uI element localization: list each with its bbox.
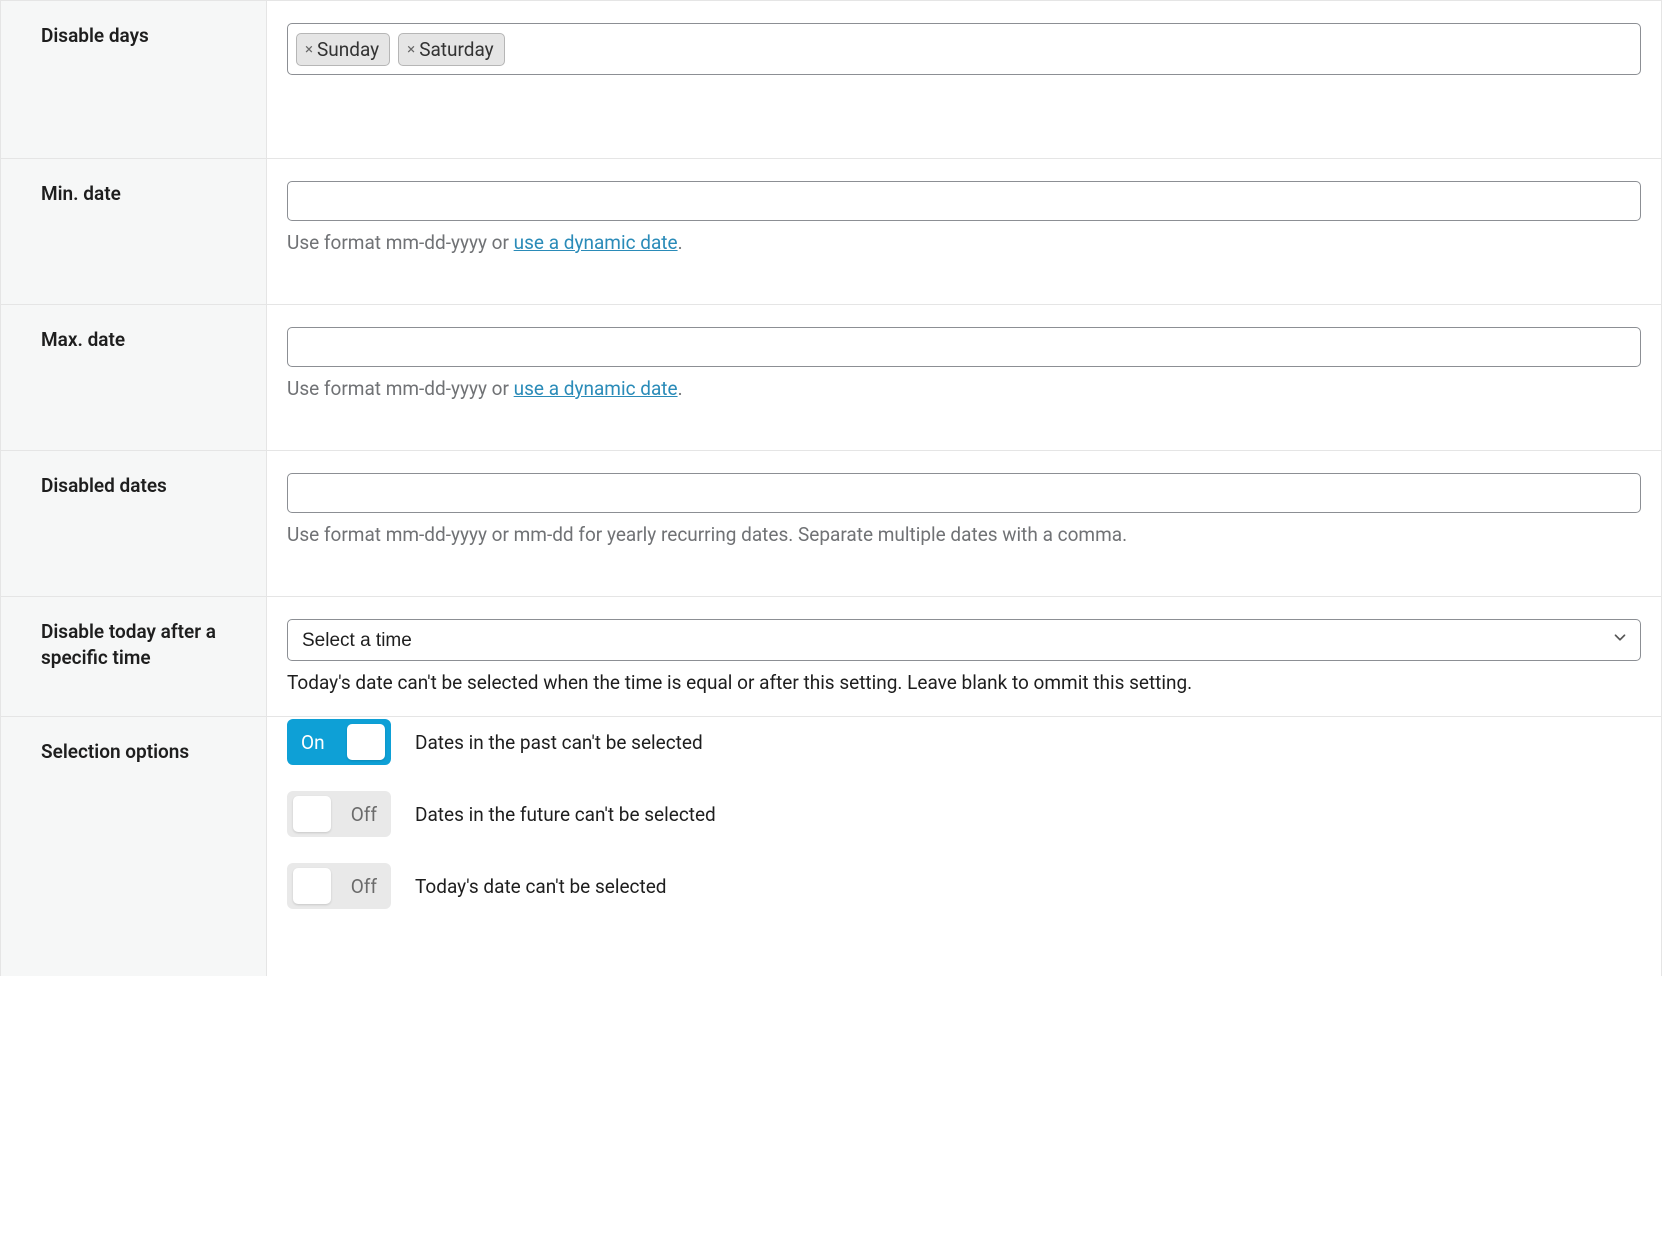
helper-suffix: . [678, 377, 683, 400]
field-cell: On Dates in the past can't be selected O… [267, 717, 1661, 976]
field-cell: Use format mm-dd-yyyy or use a dynamic d… [267, 305, 1661, 450]
selection-options-label: Selection options [41, 740, 189, 763]
disable-today-select-wrap: Select a time [287, 619, 1641, 661]
max-date-helper: Use format mm-dd-yyyy or use a dynamic d… [287, 377, 1641, 400]
field-cell: Use format mm-dd-yyyy or mm-dd for yearl… [267, 451, 1661, 596]
dynamic-date-link[interactable]: use a dynamic date [514, 377, 678, 400]
row-disable-days: Disable days × Sunday × Saturday [1, 0, 1661, 158]
label-cell: Max. date [1, 305, 267, 450]
toggle-text: Today's date can't be selected [415, 875, 667, 898]
toggle-row-future: Off Dates in the future can't be selecte… [287, 791, 1641, 837]
toggle-row-past: On Dates in the past can't be selected [287, 719, 1641, 765]
label-cell: Disable today after a specific time [1, 597, 267, 716]
disable-today-label: Disable today after a specific time [41, 620, 216, 669]
toggle-today-date[interactable]: Off [287, 863, 391, 909]
min-date-label: Min. date [41, 182, 121, 205]
field-cell: × Sunday × Saturday [267, 1, 1661, 158]
settings-form: Disable days × Sunday × Saturday Min. da… [0, 0, 1662, 976]
label-cell: Selection options [1, 717, 267, 976]
max-date-input[interactable] [287, 327, 1641, 367]
min-date-input[interactable] [287, 181, 1641, 221]
label-cell: Disabled dates [1, 451, 267, 596]
disabled-dates-helper: Use format mm-dd-yyyy or mm-dd for yearl… [287, 523, 1641, 546]
toggle-text: Dates in the future can't be selected [415, 803, 716, 826]
remove-icon[interactable]: × [407, 42, 415, 57]
disable-days-label: Disable days [41, 24, 149, 47]
toggle-past-dates[interactable]: On [287, 719, 391, 765]
tag-label: Sunday [317, 38, 379, 61]
toggle-knob [347, 724, 385, 760]
field-cell: Select a time Today's date can't be sele… [267, 597, 1661, 716]
toggle-state-label: Off [351, 875, 377, 898]
max-date-label: Max. date [41, 328, 125, 351]
row-selection-options: Selection options On Dates in the past c… [1, 716, 1661, 976]
disable-days-input[interactable]: × Sunday × Saturday [287, 23, 1641, 75]
helper-suffix: . [678, 231, 683, 254]
tag-sunday[interactable]: × Sunday [296, 33, 390, 66]
toggle-state-label: On [301, 731, 325, 754]
field-cell: Use format mm-dd-yyyy or use a dynamic d… [267, 159, 1661, 304]
tag-label: Saturday [419, 38, 493, 61]
toggle-row-today: Off Today's date can't be selected [287, 863, 1641, 909]
label-cell: Disable days [1, 1, 267, 158]
min-date-helper: Use format mm-dd-yyyy or use a dynamic d… [287, 231, 1641, 254]
dynamic-date-link[interactable]: use a dynamic date [514, 231, 678, 254]
toggle-state-label: Off [351, 803, 377, 826]
label-cell: Min. date [1, 159, 267, 304]
disabled-dates-label: Disabled dates [41, 474, 167, 497]
disabled-dates-input[interactable] [287, 473, 1641, 513]
toggle-knob [293, 868, 331, 904]
toggle-text: Dates in the past can't be selected [415, 731, 703, 754]
helper-prefix: Use format mm-dd-yyyy or [287, 377, 514, 400]
remove-icon[interactable]: × [305, 42, 313, 57]
disable-today-helper: Today's date can't be selected when the … [287, 671, 1641, 694]
toggle-future-dates[interactable]: Off [287, 791, 391, 837]
toggle-knob [293, 796, 331, 832]
row-disable-today: Disable today after a specific time Sele… [1, 596, 1661, 716]
helper-prefix: Use format mm-dd-yyyy or [287, 231, 514, 254]
tag-saturday[interactable]: × Saturday [398, 33, 505, 66]
row-min-date: Min. date Use format mm-dd-yyyy or use a… [1, 158, 1661, 304]
disable-today-select[interactable]: Select a time [287, 619, 1641, 661]
row-max-date: Max. date Use format mm-dd-yyyy or use a… [1, 304, 1661, 450]
row-disabled-dates: Disabled dates Use format mm-dd-yyyy or … [1, 450, 1661, 596]
